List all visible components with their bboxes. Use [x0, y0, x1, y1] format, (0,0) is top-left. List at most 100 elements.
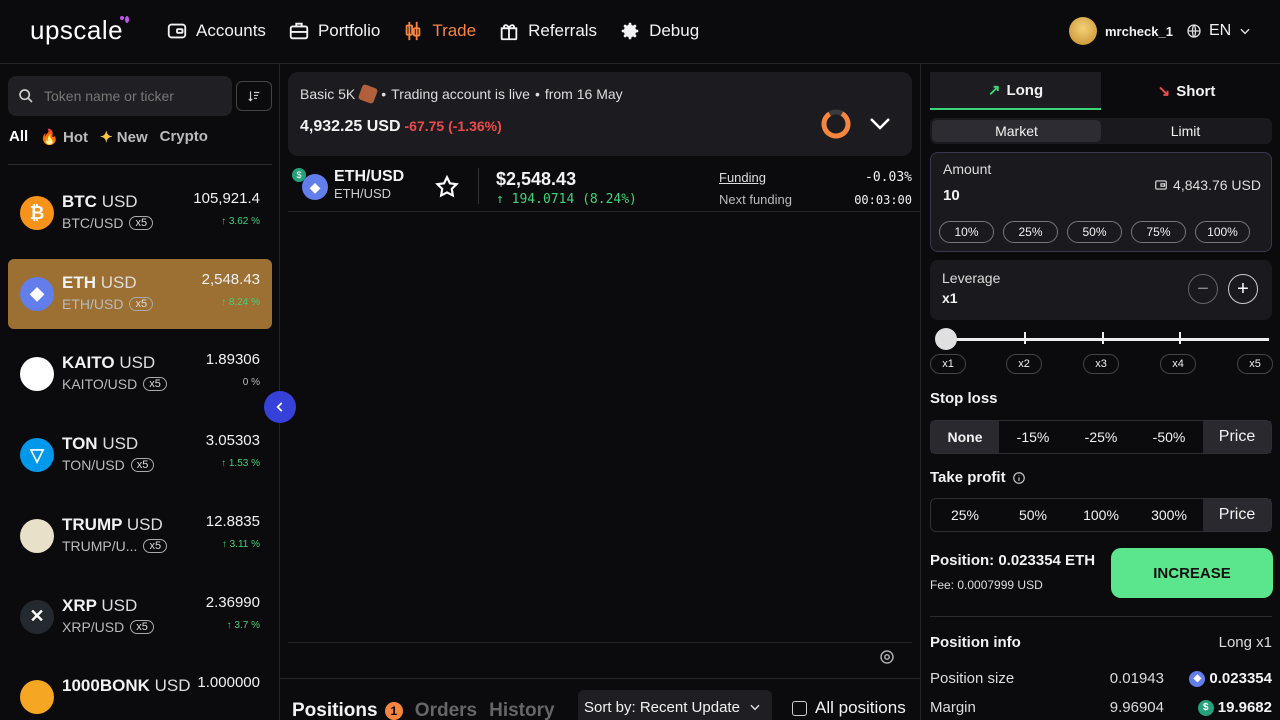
sort-button[interactable]: [236, 81, 272, 111]
row-value: 0.01943: [1109, 670, 1164, 687]
stop-loss-option[interactable]: -15%: [999, 421, 1067, 453]
amount-input[interactable]: 10: [943, 187, 960, 204]
funding-link[interactable]: Funding: [719, 170, 766, 185]
tab-market[interactable]: Market: [932, 120, 1101, 142]
take-profit-option[interactable]: 100%: [1067, 499, 1135, 531]
token-row-eth[interactable]: ◆ ETH USD ETH/USD x5 2,548.43 ↑ 8.24 %: [8, 258, 272, 329]
account-status-line: Basic 5K • Trading account is live • fro…: [300, 83, 623, 105]
filter-new[interactable]: ✦ New: [100, 128, 148, 146]
slider-tick: [1179, 332, 1181, 344]
chevron-down-icon: [1240, 28, 1250, 35]
chevron-down-icon[interactable]: [868, 114, 892, 134]
nav-referrals[interactable]: Referrals: [498, 20, 597, 42]
take-profit-option[interactable]: 300%: [1135, 499, 1203, 531]
kaito-icon: [20, 357, 54, 392]
pct-button[interactable]: 50%: [1067, 221, 1122, 243]
tab-orders[interactable]: Orders: [415, 700, 477, 720]
token-row-1000bonk[interactable]: 1000BONK USD 1.000000: [8, 662, 272, 720]
search-icon: [19, 89, 33, 103]
take-profit-price-option[interactable]: Price: [1203, 499, 1271, 531]
leverage-slider[interactable]: [939, 332, 1269, 344]
tab-short[interactable]: ↘ Short: [1101, 72, 1272, 110]
price-chart-area[interactable]: [288, 214, 912, 642]
star-icon[interactable]: [434, 174, 460, 200]
amount-box[interactable]: Amount 10 4,843.76 USD 10% 25% 50% 75% 1…: [930, 152, 1272, 252]
filter-all[interactable]: All: [9, 128, 28, 146]
stop-loss-option[interactable]: None: [931, 421, 999, 453]
nav-accounts[interactable]: Accounts: [166, 20, 266, 42]
take-profit-option[interactable]: 25%: [931, 499, 999, 531]
increase-button[interactable]: INCREASE: [1111, 548, 1273, 598]
pct-button[interactable]: 100%: [1195, 221, 1250, 243]
sort-label: Sort by: Recent Update: [584, 698, 740, 716]
tab-long[interactable]: ↗ Long: [930, 72, 1101, 110]
leverage-decrease-button[interactable]: −: [1188, 274, 1218, 304]
user-menu[interactable]: mrcheck_1: [1069, 17, 1173, 45]
leverage-mark[interactable]: x5: [1237, 354, 1273, 374]
sort-dropdown[interactable]: Sort by: Recent Update: [578, 690, 772, 720]
nav-debug[interactable]: Debug: [619, 20, 699, 42]
filter-crypto[interactable]: Crypto: [160, 128, 208, 146]
token-change: ↑ 3.62 %: [221, 216, 260, 227]
token-row-xrp[interactable]: ✕ XRP USD XRP/USD x5 2.36990 ↑ 3.7 %: [8, 582, 272, 652]
leverage-mark[interactable]: x4: [1160, 354, 1196, 374]
token-ticker: KAITO: [62, 353, 115, 373]
pct-button[interactable]: 75%: [1131, 221, 1186, 243]
logo[interactable]: upscale: [30, 15, 123, 46]
leverage-badge: x5: [143, 377, 167, 392]
token-symbol: XRP USD: [62, 596, 137, 616]
nav-trade[interactable]: Trade: [402, 20, 476, 42]
token-row-kaito[interactable]: KAITO USD KAITO/USD x5 1.89306 0 %: [8, 339, 272, 409]
nav-portfolio[interactable]: Portfolio: [288, 20, 380, 42]
pair-change: ↑ 194.0714 (8.24%): [496, 192, 637, 207]
take-profit-option[interactable]: 50%: [999, 499, 1067, 531]
stop-loss-price-option[interactable]: Price: [1203, 421, 1271, 453]
leverage-badge: x5: [143, 538, 168, 553]
token-ticker: TRUMP: [62, 514, 123, 534]
token-change: ↑ 3.7 %: [226, 619, 260, 631]
logo-dots-icon: [118, 16, 130, 28]
tab-positions[interactable]: Positions 1: [292, 700, 403, 720]
token-row-btc[interactable]: ₿ BTC USD BTC/USD x5 105,921.4 ↑ 3.62 %: [8, 178, 272, 248]
all-positions-checkbox[interactable]: [792, 700, 807, 716]
token-filters: All 🔥 Hot ✦ New Crypto: [9, 128, 208, 146]
token-price: 1.000000: [197, 674, 260, 692]
all-positions-toggle[interactable]: All positions: [792, 698, 906, 718]
pct-button[interactable]: 10%: [939, 221, 994, 243]
leverage-mark[interactable]: x1: [930, 354, 966, 374]
leverage-mark[interactable]: x2: [1006, 354, 1042, 374]
filter-hot[interactable]: 🔥 Hot: [40, 128, 88, 146]
leverage-value: x1: [942, 290, 958, 306]
leverage-increase-button[interactable]: +: [1228, 274, 1258, 304]
xrp-icon: ✕: [20, 599, 54, 634]
language-select[interactable]: EN: [1186, 22, 1252, 40]
progress-ring-icon: [821, 109, 851, 139]
target-icon[interactable]: [878, 648, 896, 666]
gift-icon: [500, 24, 518, 41]
collapse-sidebar-button[interactable]: [264, 391, 296, 423]
stop-loss-option[interactable]: -25%: [1067, 421, 1135, 453]
token-pair-label: TRUMP/U...: [62, 537, 138, 554]
leverage-badge: x5: [130, 619, 154, 634]
token-symbol: TON USD: [62, 434, 138, 454]
info-icon[interactable]: [1012, 471, 1026, 485]
token-pair-label: TON/USD: [62, 457, 125, 474]
tab-history[interactable]: History: [489, 700, 554, 720]
account-card[interactable]: Basic 5K • Trading account is live • fro…: [288, 72, 912, 156]
leverage-badge: x5: [129, 216, 154, 230]
stop-loss-option[interactable]: -50%: [1135, 421, 1203, 453]
leverage-mark[interactable]: x3: [1083, 354, 1119, 374]
tab-limit[interactable]: Limit: [1101, 120, 1270, 142]
slider-tick: [1024, 332, 1026, 344]
amount-label: Amount: [943, 161, 992, 177]
token-ticker: XRP: [62, 595, 97, 615]
leverage-slider-thumb[interactable]: [935, 328, 957, 350]
balance-value: 4,843.76 USD: [1173, 177, 1261, 193]
order-type-tabs: Market Limit: [930, 118, 1272, 144]
token-row-ton[interactable]: ▽ TON USD TON/USD x5 3.05303 ↑ 1.53 %: [8, 420, 272, 490]
search-input[interactable]: [44, 88, 224, 104]
position-size-row: Position size 0.01943 ◆ 0.023354: [930, 670, 1272, 692]
token-row-trump[interactable]: TRUMP USD TRUMP/U... x5 12.8835 ↑ 3.11 %: [8, 501, 272, 571]
token-price: 2,548.43: [201, 270, 260, 288]
pct-button[interactable]: 25%: [1003, 221, 1058, 243]
